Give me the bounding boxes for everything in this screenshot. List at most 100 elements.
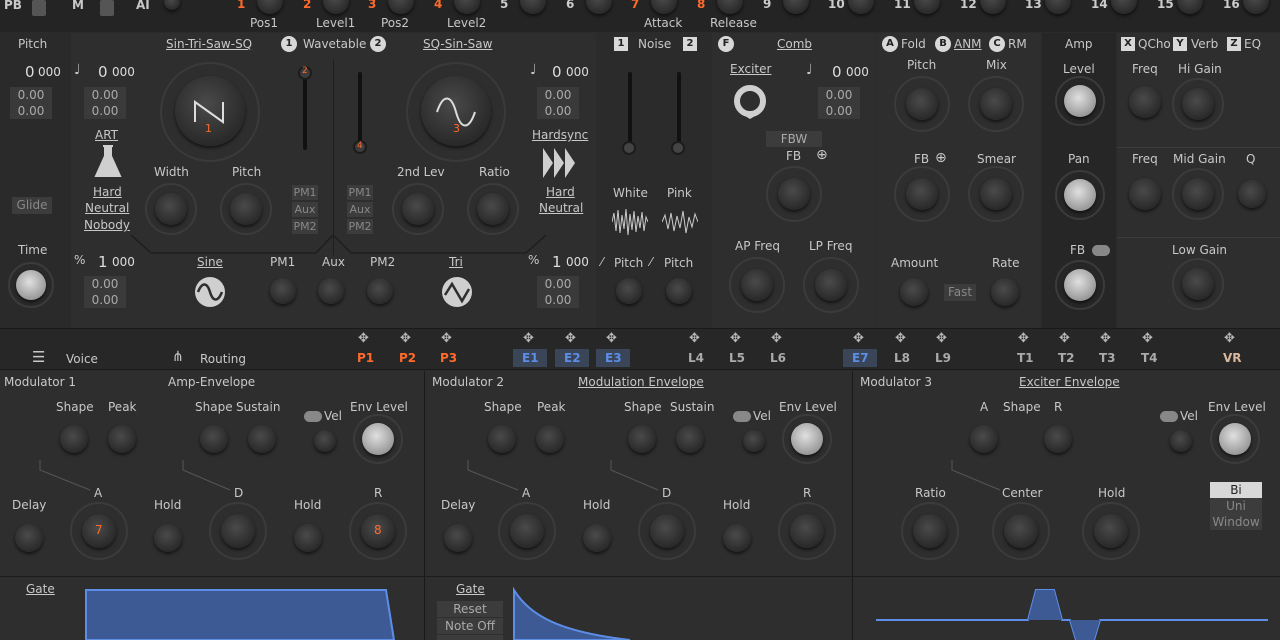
sub-val[interactable]: 1	[98, 253, 108, 271]
exciter-label[interactable]: Exciter	[730, 62, 771, 76]
mod2-loop-button[interactable]	[437, 635, 503, 640]
mod-slot-e3[interactable]: E3	[605, 351, 622, 365]
drag-handle-icon[interactable]: ✥	[936, 331, 947, 346]
pitch-field-2[interactable]: 0.00	[10, 103, 52, 119]
mod2-delay-knob[interactable]	[444, 524, 472, 552]
mod3-center-knob[interactable]	[1004, 514, 1038, 548]
mod2-noteoff-button[interactable]: Note Off	[437, 618, 503, 634]
osc2-aux[interactable]: Aux	[347, 202, 373, 217]
pitch-cents[interactable]: 000	[38, 65, 61, 79]
drag-handle-icon[interactable]: ✥	[606, 331, 617, 346]
mod2-sustain-knob[interactable]	[676, 425, 704, 453]
routing-tab[interactable]: Routing	[200, 352, 246, 366]
osc1-wave-knob[interactable]	[175, 76, 245, 146]
mod2-peak-knob[interactable]	[536, 425, 564, 453]
mod-slot-t1[interactable]: T1	[1017, 351, 1034, 365]
mod-slot-t3[interactable]: T3	[1099, 351, 1116, 365]
osc1-cents[interactable]: 000	[112, 65, 135, 79]
mod-slot-l8[interactable]: L8	[894, 351, 910, 365]
mod1-vel-toggle[interactable]	[304, 411, 322, 422]
second-level-knob[interactable]	[402, 193, 434, 225]
comb-cents[interactable]: 000	[846, 65, 869, 79]
verb-label[interactable]: Verb	[1191, 37, 1218, 51]
sub-pm1-knob[interactable]	[270, 278, 296, 304]
mod2-hold1-knob[interactable]	[583, 524, 611, 552]
fold-fb-plus-icon[interactable]: ⊕	[935, 150, 947, 166]
mod2-vel-knob[interactable]	[743, 430, 765, 452]
sub-aux-knob[interactable]	[318, 278, 344, 304]
mod-slot-e1[interactable]: E1	[522, 351, 539, 365]
eq-freq1-knob[interactable]	[1129, 86, 1161, 118]
osc2-level-slider[interactable]	[358, 72, 362, 150]
drag-handle-icon[interactable]: ✥	[441, 331, 452, 346]
anm-label[interactable]: ANM	[954, 37, 982, 51]
q-knob[interactable]	[1238, 180, 1266, 208]
fbw-button[interactable]: FBW	[766, 131, 822, 147]
amp-fb-toggle[interactable]	[1092, 245, 1110, 256]
comb-fb-knob[interactable]	[778, 178, 810, 210]
amp-level-knob[interactable]	[1064, 85, 1096, 117]
drag-handle-icon[interactable]: ✥	[771, 331, 782, 346]
eq-freq2-knob[interactable]	[1129, 178, 1161, 210]
sub-cents[interactable]: 000	[112, 255, 135, 269]
low-gain-knob[interactable]	[1182, 268, 1214, 300]
sub2-cents[interactable]: 000	[566, 255, 589, 269]
mod-slot-e7[interactable]: E7	[852, 351, 869, 365]
pink-slider[interactable]	[677, 72, 681, 150]
mod2-shape2-knob[interactable]	[628, 425, 656, 453]
lp-freq-knob[interactable]	[815, 269, 847, 301]
osc1-field-2[interactable]: 0.00	[84, 103, 126, 119]
drag-handle-icon[interactable]: ✥	[730, 331, 741, 346]
mod3-hold-knob[interactable]	[1094, 514, 1128, 548]
osc1-aux[interactable]: Aux	[292, 202, 318, 217]
mod3-bi-button[interactable]: Bi	[1210, 482, 1262, 498]
drag-handle-icon[interactable]: ✥	[1100, 331, 1111, 346]
mod3-envlevel-knob[interactable]	[1219, 423, 1251, 455]
mod1-hold2-knob[interactable]	[294, 524, 322, 552]
mod-slot-t2[interactable]: T2	[1058, 351, 1075, 365]
osc2-title[interactable]: SQ-Sin-Saw	[423, 37, 492, 51]
drag-handle-icon[interactable]: ✥	[400, 331, 411, 346]
osc1-title[interactable]: Sin-Tri-Saw-SQ	[166, 37, 252, 51]
noise-pitch2-knob[interactable]	[666, 278, 692, 304]
comb-fb-plus-icon[interactable]: ⊕	[816, 147, 828, 163]
sub-pm2-knob[interactable]	[367, 278, 393, 304]
mod1-shape1-knob[interactable]	[60, 425, 88, 453]
width-knob[interactable]	[155, 193, 187, 225]
osc1-field-1[interactable]: 0.00	[84, 87, 126, 103]
osc1-pitch-knob[interactable]	[230, 193, 262, 225]
smear-knob[interactable]	[980, 178, 1012, 210]
sub-field-1[interactable]: 0.00	[84, 276, 126, 292]
drag-handle-icon[interactable]: ✥	[565, 331, 576, 346]
mod3-vel-knob[interactable]	[1170, 430, 1192, 452]
mix-knob[interactable]	[980, 88, 1012, 120]
mod2-a-knob[interactable]	[510, 514, 544, 548]
mod3-r-knob[interactable]	[1044, 425, 1072, 453]
mod-slot-l4[interactable]: L4	[688, 351, 704, 365]
mod2-gate[interactable]: Gate	[456, 582, 485, 596]
osc2-coarse[interactable]: 0	[552, 63, 562, 81]
rate-knob[interactable]	[991, 278, 1019, 306]
osc1-coarse[interactable]: 0	[98, 63, 108, 81]
mod2-envlevel-knob[interactable]	[791, 423, 823, 455]
osc2-field-1[interactable]: 0.00	[537, 87, 579, 103]
mod-wheel[interactable]	[100, 0, 114, 16]
mod1-d-knob[interactable]	[221, 514, 255, 548]
mod2-shape1-knob[interactable]	[488, 425, 516, 453]
voice-tab[interactable]: Voice	[66, 352, 98, 366]
mod3-env[interactable]: Exciter Envelope	[1019, 375, 1120, 389]
mod1-vel-knob[interactable]	[314, 430, 336, 452]
mod-slot-l5[interactable]: L5	[729, 351, 745, 365]
mod-slot-l9[interactable]: L9	[935, 351, 951, 365]
mod2-hold2-knob[interactable]	[723, 524, 751, 552]
sub-field-2[interactable]: 0.00	[84, 292, 126, 308]
amount-knob[interactable]	[900, 278, 928, 306]
mod1-peak-knob[interactable]	[108, 425, 136, 453]
mod1-delay-knob[interactable]	[15, 524, 43, 552]
art-neutral[interactable]: Neutral	[85, 201, 129, 215]
osc2-wave-knob[interactable]	[421, 76, 491, 146]
mod3-uni-button[interactable]: Uni	[1210, 498, 1262, 514]
drag-handle-icon[interactable]: ✥	[1142, 331, 1153, 346]
hs-hard[interactable]: Hard	[546, 185, 575, 199]
eq-label[interactable]: EQ	[1244, 37, 1261, 51]
